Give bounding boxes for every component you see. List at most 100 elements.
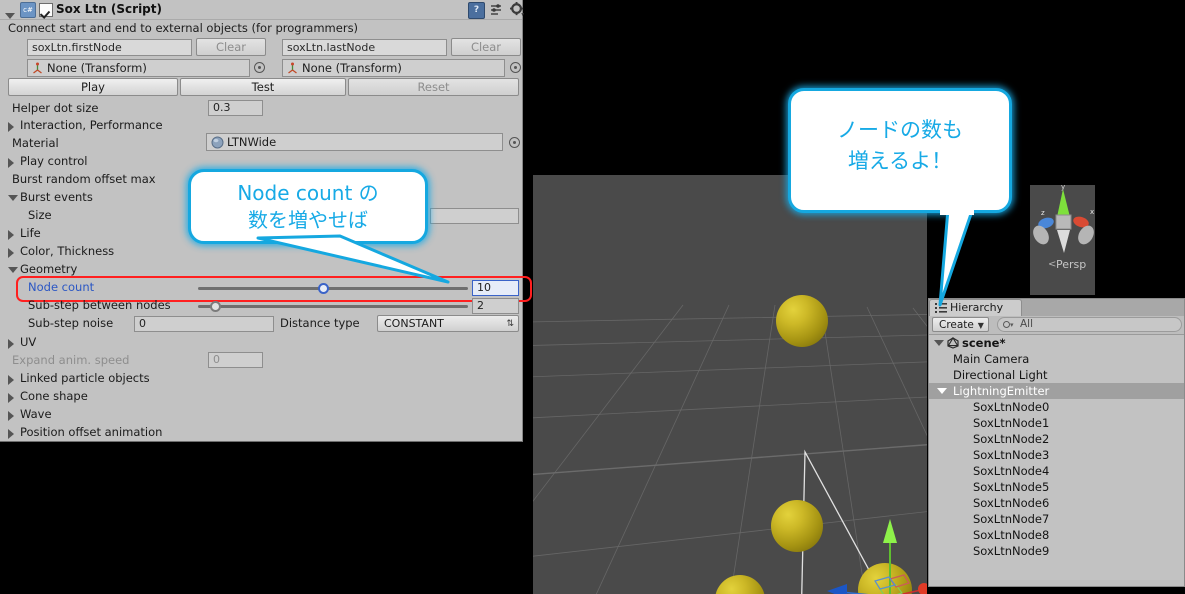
hierarchy-item-directional-light[interactable]: Directional Light xyxy=(929,367,1184,383)
hierarchy-item-soxltnnode9[interactable]: SoxLtnNode9 xyxy=(929,543,1184,559)
hierarchy-item-label: SoxLtnNode8 xyxy=(973,528,1050,542)
component-enabled-checkbox[interactable] xyxy=(39,3,53,17)
first-node-field[interactable]: soxLtn.firstNode xyxy=(27,39,192,56)
play-button[interactable]: Play xyxy=(8,78,178,96)
material-object-field[interactable]: LTNWide xyxy=(206,133,503,151)
material-value: LTNWide xyxy=(227,135,277,149)
chevron-right-icon[interactable] xyxy=(8,339,14,349)
sub-step-noise-input[interactable]: 0 xyxy=(134,316,274,332)
uv-label: UV xyxy=(20,335,37,349)
hierarchy-tree[interactable]: scene* Main Camera Directional Light Light… xyxy=(929,335,1184,559)
hierarchy-item-soxltnnode1[interactable]: SoxLtnNode1 xyxy=(929,415,1184,431)
wave-label: Wave xyxy=(20,407,52,421)
material-picker-icon[interactable] xyxy=(509,137,520,148)
hierarchy-item-soxltnnode0[interactable]: SoxLtnNode0 xyxy=(929,399,1184,415)
chevron-down-icon[interactable] xyxy=(8,267,18,273)
linked-particle-objects-label: Linked particle objects xyxy=(20,371,150,385)
hierarchy-search-input[interactable]: ▾ All xyxy=(997,317,1182,332)
hierarchy-item-main-camera[interactable]: Main Camera xyxy=(929,351,1184,367)
hierarchy-item-label: SoxLtnNode6 xyxy=(973,496,1050,510)
last-node-object-label: None (Transform) xyxy=(302,61,402,75)
reset-button[interactable]: Reset xyxy=(348,78,519,96)
annotation-bubble-right-line2: 増えるよ！ xyxy=(847,149,953,173)
scene-orientation-gizmo[interactable]: y z x < Persp xyxy=(1030,183,1095,295)
slider-handle[interactable] xyxy=(210,301,221,312)
scene-orientation-gizmo-pane[interactable]: y z x < Persp xyxy=(1030,183,1095,295)
play-control-label: Play control xyxy=(20,154,88,168)
first-node-object-label: None (Transform) xyxy=(47,61,147,75)
burst-events-label: Burst events xyxy=(20,190,93,204)
hierarchy-toolbar: Create ▼ ▾ All xyxy=(929,316,1184,335)
chevron-right-icon[interactable] xyxy=(8,122,14,132)
hierarchy-item-soxltnnode7[interactable]: SoxLtnNode7 xyxy=(929,511,1184,527)
size-input[interactable] xyxy=(430,208,519,224)
annotation-bubble-left: Node count の 数を増やせば xyxy=(188,169,428,244)
distance-type-dropdown[interactable]: CONSTANT ⇅ xyxy=(377,315,519,332)
transform-icon xyxy=(286,62,299,75)
first-node-picker-icon[interactable] xyxy=(254,62,265,73)
annotation-bubble-left-line2: 数を増やせば xyxy=(248,208,368,232)
search-icon xyxy=(1003,321,1010,328)
projection-label: Persp xyxy=(1056,258,1086,271)
clear-last-node-button[interactable]: Clear xyxy=(451,38,521,56)
position-offset-animation-label: Position offset animation xyxy=(20,425,163,439)
hierarchy-item-soxltnnode2[interactable]: SoxLtnNode2 xyxy=(929,431,1184,447)
chevron-right-icon[interactable] xyxy=(8,411,14,421)
chevron-right-icon[interactable] xyxy=(8,230,14,240)
annotation-bubble-right-line1: ノードの数も xyxy=(837,118,963,142)
sub-step-between-nodes-slider[interactable] xyxy=(198,298,468,314)
help-icon[interactable]: ? xyxy=(468,2,485,19)
chevron-down-icon[interactable] xyxy=(8,195,18,201)
hierarchy-item-soxltnnode5[interactable]: SoxLtnNode5 xyxy=(929,479,1184,495)
hierarchy-item-soxltnnode8[interactable]: SoxLtnNode8 xyxy=(929,527,1184,543)
slider-handle[interactable] xyxy=(318,283,329,294)
hierarchy-item-soxltnnode4[interactable]: SoxLtnNode4 xyxy=(929,463,1184,479)
hierarchy-scene-row[interactable]: scene* xyxy=(929,335,1184,351)
hierarchy-item-label: SoxLtnNode1 xyxy=(973,416,1050,430)
preset-icon[interactable] xyxy=(489,2,504,17)
svg-text:y: y xyxy=(1061,185,1065,191)
transform-gizmo[interactable] xyxy=(817,507,927,594)
last-node-object-field[interactable]: None (Transform) xyxy=(282,59,505,77)
chevron-down-icon: ▼ xyxy=(977,321,984,330)
chevron-right-icon[interactable] xyxy=(8,375,14,385)
burst-random-offset-max-label: Burst random offset max xyxy=(12,172,156,186)
sub-step-between-nodes-input[interactable]: 2 xyxy=(472,298,519,314)
tab-hierarchy-label: Hierarchy xyxy=(950,301,1004,314)
sub-step-noise-label: Sub-step noise xyxy=(28,316,114,330)
tab-hierarchy[interactable]: Hierarchy xyxy=(929,299,1022,316)
hierarchy-item-lightningemitter[interactable]: LightningEmitter xyxy=(929,383,1184,399)
geometry-label: Geometry xyxy=(20,262,78,276)
chevron-right-icon[interactable] xyxy=(8,393,14,403)
clear-first-node-button[interactable]: Clear xyxy=(196,38,266,56)
hierarchy-panel: Hierarchy Create ▼ ▾ All scene* Main Cam… xyxy=(928,298,1185,587)
create-button[interactable]: Create ▼ xyxy=(932,317,989,332)
test-button[interactable]: Test xyxy=(180,78,346,96)
node-count-input[interactable]: 10 xyxy=(472,280,519,296)
node-sphere xyxy=(771,500,823,552)
sub-step-between-nodes-label: Sub-step between nodes xyxy=(28,298,171,312)
chevron-right-icon[interactable] xyxy=(8,429,14,439)
last-node-field[interactable]: soxLtn.lastNode xyxy=(282,39,447,56)
chevron-right-icon[interactable] xyxy=(8,248,14,258)
component-header[interactable]: c# Sox Ltn (Script) ? ▾ xyxy=(0,0,525,20)
last-node-picker-icon[interactable] xyxy=(510,62,521,73)
chevron-right-icon[interactable] xyxy=(8,158,14,168)
hierarchy-item-label: SoxLtnNode7 xyxy=(973,512,1050,526)
hierarchy-tabbar: Hierarchy xyxy=(929,299,1184,316)
hierarchy-item-label: SoxLtnNode5 xyxy=(973,480,1050,494)
annotation-bubble-right: ノードの数も 増えるよ！ xyxy=(788,88,1012,213)
component-description: Connect start and end to external object… xyxy=(8,21,359,35)
node-count-slider[interactable] xyxy=(198,280,468,296)
first-node-object-field[interactable]: None (Transform) xyxy=(27,59,250,77)
hierarchy-item-soxltnnode3[interactable]: SoxLtnNode3 xyxy=(929,447,1184,463)
chevron-down-icon[interactable] xyxy=(937,388,947,394)
helper-dot-size-input[interactable]: 0.3 xyxy=(208,100,263,116)
svg-text:▾: ▾ xyxy=(521,12,524,17)
hierarchy-item-soxltnnode6[interactable]: SoxLtnNode6 xyxy=(929,495,1184,511)
hierarchy-item-label: SoxLtnNode0 xyxy=(973,400,1050,414)
scene-view[interactable] xyxy=(533,175,927,594)
gear-icon[interactable]: ▾ xyxy=(510,2,525,18)
expand-anim-speed-label: Expand anim. speed xyxy=(12,353,130,367)
chevron-down-icon[interactable] xyxy=(934,340,944,346)
